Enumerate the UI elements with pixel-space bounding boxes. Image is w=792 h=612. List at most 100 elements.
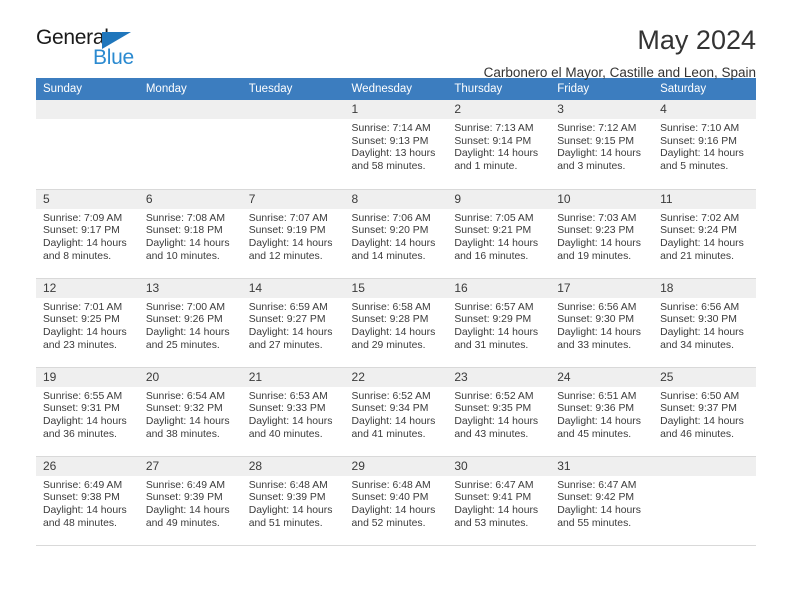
calendar-cell-day[interactable]: 8 Sunrise: 7:06 AM Sunset: 9:20 PM Daylight…	[344, 189, 448, 279]
sunset-text: Sunset: 9:28 PM	[351, 314, 429, 326]
sunrise-text: Sunrise: 6:47 AM	[454, 479, 534, 491]
sunrise-text: Sunrise: 7:14 AM	[351, 123, 431, 134]
day-number-placeholder	[138, 100, 242, 119]
day-cell-content: 16 Sunrise: 6:57 AM Sunset: 9:29 PM Dayligh…	[447, 278, 551, 367]
calendar-cell-day[interactable]: 25 Sunrise: 6:50 AM Sunset: 9:37 PM Dayligh…	[653, 367, 756, 457]
calendar-cell-day[interactable]: 18 Sunrise: 6:56 AM Sunset: 9:30 PM Dayligh…	[653, 278, 756, 368]
page-header: General Blue May 2024 Carbonero el Mayor…	[36, 0, 756, 81]
daylight-text: Daylight: 14 hours and 31 minutes.	[454, 326, 539, 351]
sunset-text: Sunset: 9:33 PM	[248, 403, 326, 415]
calendar-cell-day[interactable]: 6 Sunrise: 7:08 AM Sunset: 9:18 PM Daylight…	[138, 189, 242, 279]
title-block: May 2024 Carbonero el Mayor, Castille an…	[484, 26, 756, 81]
sunrise-text: Sunrise: 6:52 AM	[454, 390, 534, 402]
daylight-text: Daylight: 14 hours and 48 minutes.	[43, 504, 127, 529]
sunset-text: Sunset: 9:15 PM	[557, 135, 635, 147]
day-details: Sunrise: 7:00 AM Sunset: 9:26 PM Daylight:…	[139, 298, 242, 353]
calendar-cell-day[interactable]: 24 Sunrise: 6:51 AM Sunset: 9:36 PM Dayligh…	[550, 367, 654, 457]
calendar-cell-day[interactable]: 22 Sunrise: 6:52 AM Sunset: 9:34 PM Dayligh…	[344, 367, 448, 457]
day-number: 1	[344, 100, 448, 119]
sunset-text: Sunset: 9:17 PM	[43, 225, 120, 237]
calendar-cell-day[interactable]: 4 Sunrise: 7:10 AM Sunset: 9:16 PM Daylight…	[653, 100, 756, 190]
calendar-cell-day[interactable]: 12 Sunrise: 7:01 AM Sunset: 9:25 PM Dayligh…	[36, 278, 139, 368]
calendar-cell-day[interactable]: 11 Sunrise: 7:02 AM Sunset: 9:24 PM Dayligh…	[653, 189, 756, 279]
day-cell-content: 18 Sunrise: 6:56 AM Sunset: 9:30 PM Dayligh…	[653, 278, 756, 367]
calendar-cell-day[interactable]: 23 Sunrise: 6:52 AM Sunset: 9:35 PM Dayligh…	[447, 367, 551, 457]
calendar-cell-day[interactable]: 3 Sunrise: 7:12 AM Sunset: 9:15 PM Daylight…	[550, 100, 654, 190]
sunrise-text: Sunrise: 7:07 AM	[248, 212, 328, 224]
sunrise-text: Sunrise: 7:10 AM	[660, 123, 740, 134]
day-cell-content: 21 Sunrise: 6:53 AM Sunset: 9:33 PM Dayligh…	[241, 367, 345, 456]
calendar-cell-day[interactable]: 14 Sunrise: 6:59 AM Sunset: 9:27 PM Dayligh…	[241, 278, 345, 368]
day-details: Sunrise: 6:52 AM Sunset: 9:34 PM Daylight:…	[345, 387, 448, 442]
calendar-cell-day[interactable]: 31 Sunrise: 6:47 AM Sunset: 9:42 PM Dayligh…	[550, 456, 654, 546]
day-cell-content: 2 Sunrise: 7:13 AM Sunset: 9:14 PM Daylight…	[447, 100, 551, 189]
day-cell-content: 26 Sunrise: 6:49 AM Sunset: 9:38 PM Dayligh…	[36, 456, 139, 545]
calendar-cell-day[interactable]: 5 Sunrise: 7:09 AM Sunset: 9:17 PM Daylight…	[36, 189, 139, 279]
sunset-text: Sunset: 9:29 PM	[454, 314, 532, 326]
sunrise-text: Sunrise: 7:13 AM	[454, 123, 534, 134]
calendar-cell-day[interactable]: 20 Sunrise: 6:54 AM Sunset: 9:32 PM Dayligh…	[138, 367, 242, 457]
calendar-cell-day[interactable]: 7 Sunrise: 7:07 AM Sunset: 9:19 PM Daylight…	[241, 189, 345, 279]
sunrise-text: Sunrise: 6:57 AM	[454, 301, 534, 313]
day-cell-content: 13 Sunrise: 7:00 AM Sunset: 9:26 PM Dayligh…	[138, 278, 242, 367]
calendar-cell-day[interactable]: 29 Sunrise: 6:48 AM Sunset: 9:40 PM Dayligh…	[344, 456, 448, 546]
weekday-header-tuesday: Tuesday	[241, 78, 345, 100]
sunset-text: Sunset: 9:21 PM	[454, 225, 532, 237]
sunrise-text: Sunrise: 7:01 AM	[43, 301, 123, 313]
sunrise-text: Sunrise: 7:00 AM	[145, 301, 225, 313]
calendar-cell-day[interactable]: 10 Sunrise: 7:03 AM Sunset: 9:23 PM Dayligh…	[550, 189, 654, 279]
daylight-text: Daylight: 14 hours and 43 minutes.	[454, 415, 539, 440]
day-cell-content: 28 Sunrise: 6:48 AM Sunset: 9:39 PM Dayligh…	[241, 456, 345, 545]
day-number: 6	[138, 189, 242, 209]
day-details: Sunrise: 6:57 AM Sunset: 9:29 PM Daylight:…	[447, 298, 550, 353]
calendar-cell-day[interactable]: 16 Sunrise: 6:57 AM Sunset: 9:29 PM Dayligh…	[447, 278, 551, 368]
sunrise-text: Sunrise: 6:49 AM	[43, 479, 123, 491]
day-cell-content: 3 Sunrise: 7:12 AM Sunset: 9:15 PM Daylight…	[550, 100, 654, 189]
day-details: Sunrise: 6:51 AM Sunset: 9:36 PM Daylight:…	[550, 387, 653, 442]
day-details: Sunrise: 7:10 AM Sunset: 9:16 PM Daylight:…	[653, 119, 756, 174]
day-number: 16	[447, 278, 551, 298]
day-cell-content: 27 Sunrise: 6:49 AM Sunset: 9:39 PM Dayligh…	[138, 456, 242, 545]
day-number-placeholder	[36, 100, 139, 119]
sunset-text: Sunset: 9:37 PM	[660, 403, 737, 415]
calendar-cell-day[interactable]: 28 Sunrise: 6:48 AM Sunset: 9:39 PM Dayligh…	[241, 456, 345, 546]
calendar-cell-day[interactable]: 2 Sunrise: 7:13 AM Sunset: 9:14 PM Daylight…	[447, 100, 551, 190]
sunset-text: Sunset: 9:31 PM	[43, 403, 120, 415]
day-cell-content: 8 Sunrise: 7:06 AM Sunset: 9:20 PM Daylight…	[344, 189, 448, 278]
weekday-header-thursday: Thursday	[447, 78, 551, 100]
calendar-cell-day[interactable]: 9 Sunrise: 7:05 AM Sunset: 9:21 PM Daylight…	[447, 189, 551, 279]
day-details: Sunrise: 6:59 AM Sunset: 9:27 PM Daylight:…	[242, 298, 345, 353]
calendar-cell-day[interactable]: 15 Sunrise: 6:58 AM Sunset: 9:28 PM Dayligh…	[344, 278, 448, 368]
weekday-header-monday: Monday	[138, 78, 242, 100]
day-details: Sunrise: 6:50 AM Sunset: 9:37 PM Daylight:…	[653, 387, 756, 442]
calendar-cell-day[interactable]: 30 Sunrise: 6:47 AM Sunset: 9:41 PM Dayligh…	[447, 456, 551, 546]
calendar-cell-day[interactable]: 19 Sunrise: 6:55 AM Sunset: 9:31 PM Dayligh…	[36, 367, 139, 457]
calendar-cell-day[interactable]: 26 Sunrise: 6:49 AM Sunset: 9:38 PM Dayligh…	[36, 456, 139, 546]
day-cell-content: 19 Sunrise: 6:55 AM Sunset: 9:31 PM Dayligh…	[36, 367, 139, 456]
calendar-cell-day[interactable]: 17 Sunrise: 6:56 AM Sunset: 9:30 PM Dayligh…	[550, 278, 654, 368]
daylight-text: Daylight: 14 hours and 46 minutes.	[660, 415, 744, 440]
day-number-placeholder	[241, 100, 345, 119]
calendar-cell-empty	[36, 100, 139, 190]
sunrise-text: Sunrise: 6:54 AM	[145, 390, 225, 402]
calendar-page: General Blue May 2024 Carbonero el Mayor…	[0, 0, 792, 612]
calendar-cell-day[interactable]: 21 Sunrise: 6:53 AM Sunset: 9:33 PM Dayligh…	[241, 367, 345, 457]
day-number: 23	[447, 367, 551, 387]
day-number: 4	[653, 100, 756, 119]
day-number: 28	[241, 456, 345, 476]
calendar-cell-day[interactable]: 27 Sunrise: 6:49 AM Sunset: 9:39 PM Dayligh…	[138, 456, 242, 546]
day-details: Sunrise: 7:02 AM Sunset: 9:24 PM Daylight:…	[653, 209, 756, 264]
day-number: 11	[653, 189, 756, 209]
daylight-text: Daylight: 14 hours and 8 minutes.	[43, 237, 127, 262]
day-number: 27	[138, 456, 242, 476]
calendar-cell-day[interactable]: 1 Sunrise: 7:14 AM Sunset: 9:13 PM Daylight…	[344, 100, 448, 190]
sunrise-text: Sunrise: 7:05 AM	[454, 212, 534, 224]
sunset-text: Sunset: 9:30 PM	[660, 314, 737, 326]
day-details: Sunrise: 6:48 AM Sunset: 9:40 PM Daylight:…	[345, 476, 448, 531]
sunrise-text: Sunrise: 7:06 AM	[351, 212, 431, 224]
daylight-text: Daylight: 14 hours and 34 minutes.	[660, 326, 744, 351]
day-number: 10	[550, 189, 654, 209]
sunrise-text: Sunrise: 6:56 AM	[557, 301, 637, 313]
calendar-cell-day[interactable]: 13 Sunrise: 7:00 AM Sunset: 9:26 PM Dayligh…	[138, 278, 242, 368]
day-cell-content: 22 Sunrise: 6:52 AM Sunset: 9:34 PM Dayligh…	[344, 367, 448, 456]
